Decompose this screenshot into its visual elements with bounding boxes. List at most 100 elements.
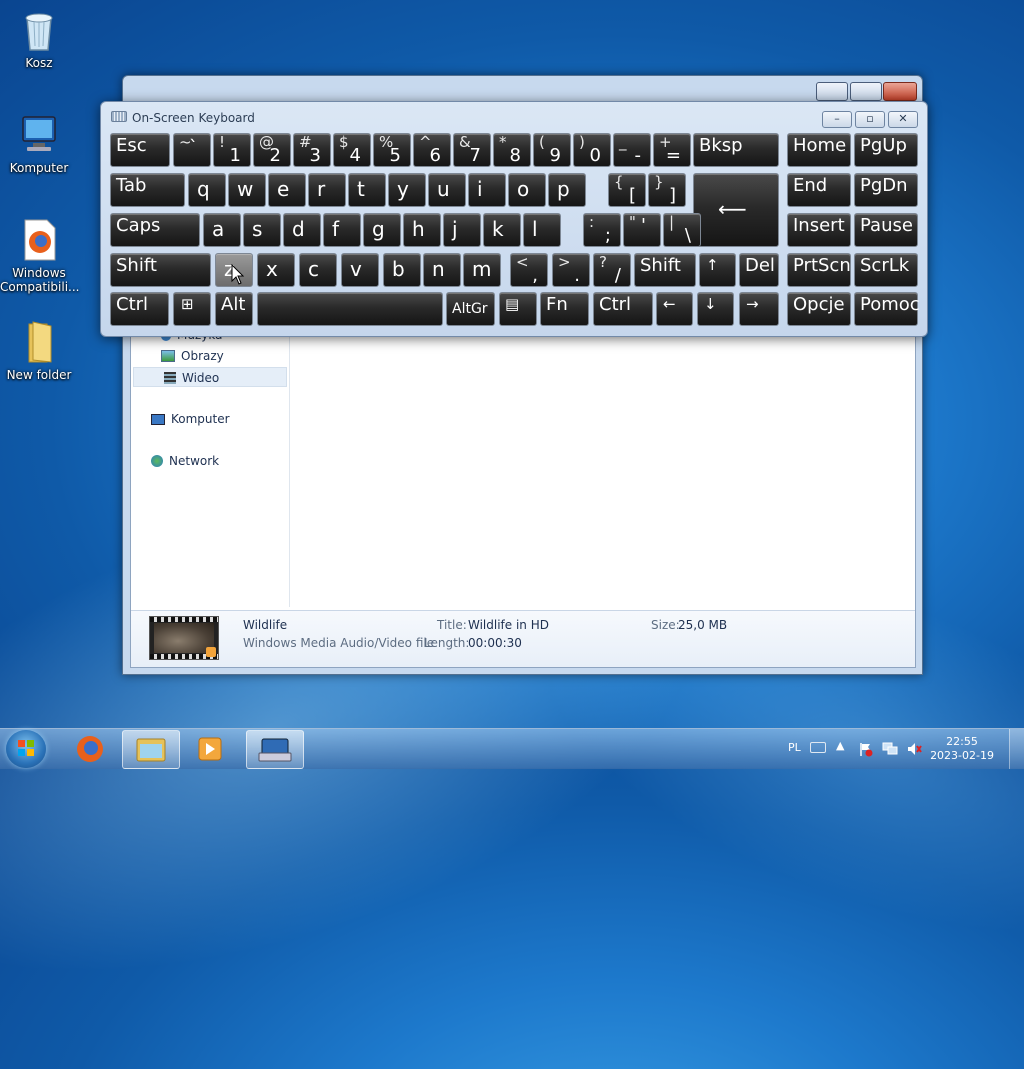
key-w[interactable]: w <box>228 173 266 207</box>
key-pgup[interactable]: PgUp <box>854 133 918 167</box>
nav-item-wideo[interactable]: Wideo <box>133 367 287 387</box>
key-h[interactable]: h <box>403 213 441 247</box>
key-y[interactable]: y <box>388 173 426 207</box>
osk-restore-button[interactable]: ▫ <box>855 111 885 128</box>
key-space[interactable] <box>257 292 443 326</box>
key-arrow-up[interactable]: ↑ <box>699 253 736 287</box>
taskbar-firefox-button[interactable] <box>62 730 118 767</box>
key-d[interactable]: d <box>283 213 321 247</box>
key-windows[interactable]: ⊞ <box>173 292 211 326</box>
key-del[interactable]: Del <box>739 253 779 287</box>
key-8[interactable]: * 8 <box>493 133 531 167</box>
key-end[interactable]: End <box>787 173 851 207</box>
key-x[interactable]: x <box>257 253 295 287</box>
key-v[interactable]: v <box>341 253 379 287</box>
key-4[interactable]: $4 <box>333 133 371 167</box>
key-j[interactable]: j <box>443 213 481 247</box>
key-scrlk[interactable]: ScrLk <box>854 253 918 287</box>
taskbar-keyboard-button[interactable] <box>246 730 304 769</box>
taskbar-media-player-button[interactable] <box>182 730 238 767</box>
desktop-icon-new-folder[interactable]: New folder <box>0 320 78 382</box>
show-desktop-button[interactable] <box>1009 729 1024 769</box>
key-shift-left[interactable]: Shift <box>110 253 211 287</box>
explorer-minimize-button[interactable] <box>816 82 848 101</box>
nav-item-obrazy[interactable]: Obrazy <box>161 346 224 366</box>
key-5[interactable]: % 5 <box>373 133 411 167</box>
key-prtscn[interactable]: PrtScn <box>787 253 851 287</box>
desktop-icon-computer[interactable]: Komputer <box>0 113 78 175</box>
key-pause[interactable]: Pause <box>854 213 918 247</box>
key-k[interactable]: k <box>483 213 521 247</box>
key-9[interactable]: (9 <box>533 133 571 167</box>
keyboard-layout-icon[interactable] <box>810 742 826 753</box>
key-b[interactable]: b <box>383 253 421 287</box>
key-1[interactable]: ! 1 <box>213 133 251 167</box>
key-quote[interactable]: " ' <box>623 213 661 247</box>
key-i[interactable]: i <box>468 173 506 207</box>
key-n[interactable]: n <box>423 253 461 287</box>
system-clock[interactable]: 22:55 2023-02-19 <box>930 735 994 763</box>
network-status-icon[interactable] <box>882 741 898 757</box>
language-indicator[interactable]: PL <box>788 741 801 754</box>
key-alt[interactable]: Alt <box>215 292 253 326</box>
explorer-close-button[interactable] <box>883 82 917 101</box>
key-p[interactable]: p <box>548 173 586 207</box>
key-o[interactable]: o <box>508 173 546 207</box>
key-esc[interactable]: Esc <box>110 133 170 167</box>
key-fn[interactable]: Fn <box>540 292 589 326</box>
key-ctrl-right[interactable]: Ctrl <box>593 292 653 326</box>
key-3[interactable]: #3 <box>293 133 331 167</box>
key-backslash[interactable]: | \ <box>663 213 701 247</box>
osk-minimize-button[interactable]: – <box>822 111 852 128</box>
key-opcje[interactable]: Opcje <box>787 292 851 326</box>
key-minus[interactable]: _ - <box>613 133 651 167</box>
key-bracket-right[interactable]: }] <box>648 173 686 207</box>
key-arrow-right[interactable]: → <box>739 292 779 326</box>
key-0[interactable]: ) 0 <box>573 133 611 167</box>
key-pomoc[interactable]: Pomoc <box>854 292 920 326</box>
key-2[interactable]: @2 <box>253 133 291 167</box>
explorer-maximize-button[interactable] <box>850 82 882 101</box>
key-f[interactable]: f <box>323 213 361 247</box>
key-comma[interactable]: <, <box>510 253 548 287</box>
taskbar-explorer-button[interactable] <box>122 730 180 769</box>
key-home[interactable]: Home <box>787 133 851 167</box>
key-insert[interactable]: Insert <box>787 213 851 247</box>
key-slash[interactable]: ? / <box>593 253 631 287</box>
key-g[interactable]: g <box>363 213 401 247</box>
nav-item-komputer[interactable]: Komputer <box>151 409 230 429</box>
key-pgdn[interactable]: PgDn <box>854 173 918 207</box>
key-arrow-down[interactable]: ↓ <box>697 292 734 326</box>
key-period[interactable]: >. <box>552 253 590 287</box>
key-s[interactable]: s <box>243 213 281 247</box>
key-semicolon[interactable]: :; <box>583 213 621 247</box>
key-r[interactable]: r <box>308 173 346 207</box>
key-enter[interactable]: ⟵ <box>693 173 779 247</box>
key-menu[interactable]: ▤ <box>499 292 537 326</box>
title-value[interactable]: Wildlife in HD <box>468 618 549 632</box>
key-e[interactable]: e <box>268 173 306 207</box>
key-equals[interactable]: + = <box>653 133 691 167</box>
key-6[interactable]: ^ 6 <box>413 133 451 167</box>
key-arrow-left[interactable]: ← <box>656 292 693 326</box>
start-button[interactable] <box>6 730 46 768</box>
osk-close-button[interactable]: ✕ <box>888 111 918 128</box>
key-l[interactable]: l <box>523 213 561 247</box>
show-hidden-icons-icon[interactable]: ▲ <box>836 739 844 752</box>
key-c[interactable]: c <box>299 253 337 287</box>
key-ctrl-left[interactable]: Ctrl <box>110 292 169 326</box>
key-altgr[interactable]: AltGr <box>446 292 495 326</box>
key-bracket-left[interactable]: {[ <box>608 173 646 207</box>
nav-item-network[interactable]: Network <box>151 451 219 471</box>
key-a[interactable]: a <box>203 213 241 247</box>
key-backspace[interactable]: Bksp <box>693 133 779 167</box>
key-m[interactable]: m <box>463 253 501 287</box>
key-t[interactable]: t <box>348 173 386 207</box>
key-caps[interactable]: Caps <box>110 213 200 247</box>
key-7[interactable]: & 7 <box>453 133 491 167</box>
key-u[interactable]: u <box>428 173 466 207</box>
volume-muted-icon[interactable] <box>906 741 922 757</box>
desktop-icon-recycle-bin[interactable]: Kosz <box>0 8 78 70</box>
key-shift-right[interactable]: Shift <box>634 253 696 287</box>
key-tab[interactable]: Tab <box>110 173 185 207</box>
